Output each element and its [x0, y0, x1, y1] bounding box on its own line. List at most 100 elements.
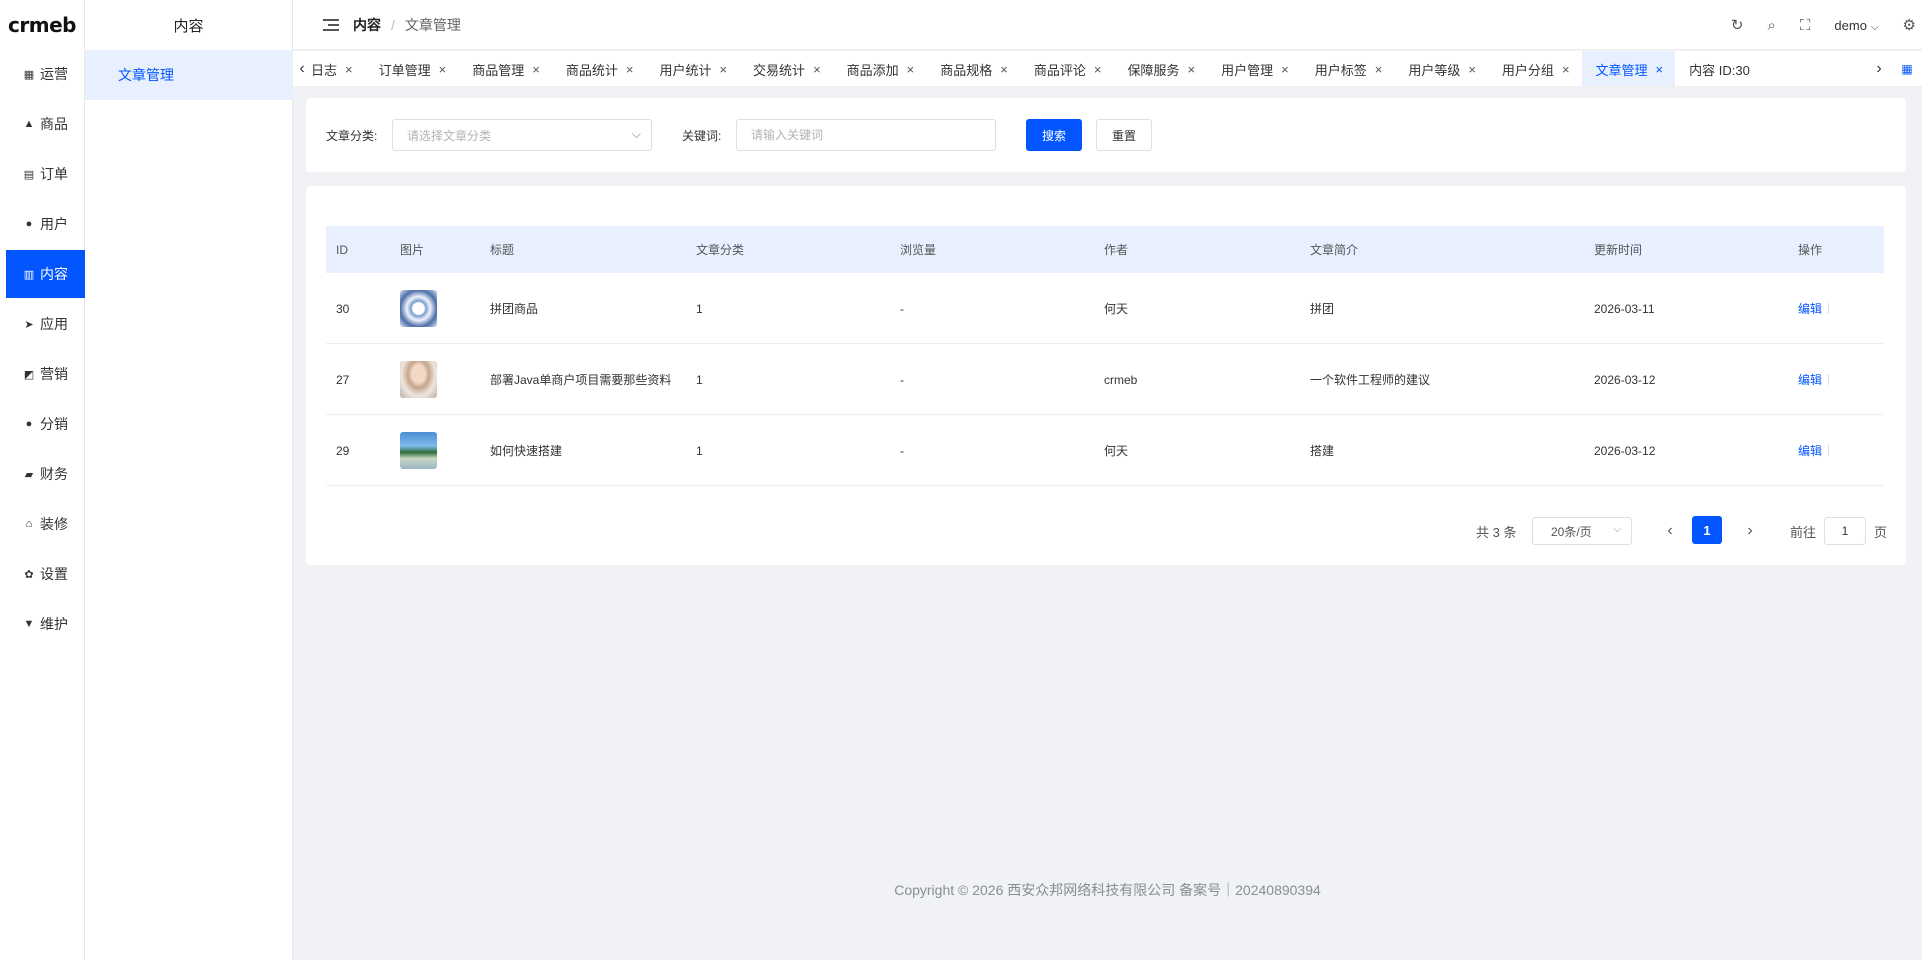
tab-13[interactable]: 用户分组 × — [1488, 51, 1582, 86]
close-icon[interactable]: × — [1562, 62, 1570, 77]
settings-gear-icon[interactable]: ⚙ — [1903, 16, 1916, 34]
breadcrumb-item-content[interactable]: 内容 — [353, 15, 381, 35]
image-cell — [400, 273, 437, 344]
refresh-icon[interactable]: ↻ — [1731, 16, 1744, 34]
article-thumbnail[interactable] — [400, 432, 437, 469]
close-icon[interactable]: × — [532, 62, 540, 77]
cell-category: 1 — [696, 301, 703, 316]
tab-label: 订单管理 — [378, 62, 431, 78]
header-actions: ↻ ⌕ ⛶ demo ⌵ ⚙ — [1731, 0, 1916, 50]
tab-9[interactable]: 保障服务 × — [1113, 51, 1207, 86]
keyword-input[interactable] — [736, 119, 996, 151]
close-icon[interactable]: × — [345, 62, 353, 77]
column-header: 更新时间 — [1594, 243, 1643, 257]
rail-item-11[interactable]: ▼ 维护 — [6, 600, 85, 648]
close-icon[interactable]: × — [1281, 62, 1289, 77]
edit-link[interactable]: 编辑 — [1798, 371, 1822, 388]
close-icon[interactable]: × — [1468, 62, 1476, 77]
pagination-goto: 前往 页 — [1790, 516, 1887, 546]
tab-8[interactable]: 商品评论 × — [1020, 51, 1114, 86]
person-icon: ● — [25, 418, 33, 430]
tab-5[interactable]: 交易统计 × — [739, 51, 833, 86]
close-icon[interactable]: × — [907, 62, 915, 77]
rail-item-4[interactable]: ▥ 内容 — [6, 250, 85, 298]
table-row[interactable]: 30 拼团商品 1 - 何天 拼团 2026-03-11 编辑 — [326, 273, 1884, 344]
close-icon[interactable]: × — [1656, 62, 1664, 77]
rail-item-9[interactable]: ⌂ 装修 — [6, 500, 85, 548]
close-icon[interactable]: × — [719, 62, 727, 77]
search-button[interactable]: 搜索 — [1026, 119, 1082, 151]
next-page-icon[interactable]: › — [1738, 516, 1762, 546]
goto-prefix: 前往 — [1790, 524, 1817, 540]
tab-0[interactable]: 日志 × — [311, 51, 365, 86]
page-number-current[interactable]: 1 — [1692, 516, 1722, 544]
close-icon[interactable]: × — [1188, 62, 1196, 77]
edit-link[interactable]: 编辑 — [1798, 300, 1822, 317]
close-icon[interactable]: × — [813, 62, 821, 77]
bag-icon: ▲ — [23, 118, 35, 130]
close-icon[interactable]: × — [1094, 62, 1102, 77]
tab-4[interactable]: 用户统计 × — [645, 51, 739, 86]
table-row[interactable]: 29 如何快速搭建 1 - 何天 搭建 2026-03-12 编辑 — [326, 415, 1884, 486]
close-icon[interactable]: × — [439, 62, 447, 77]
rail-item-10[interactable]: ✿ 设置 — [6, 550, 85, 598]
category-select[interactable]: 请选择文章分类 ⌵ — [392, 119, 652, 151]
close-icon[interactable]: × — [626, 62, 634, 77]
column-header: 作者 — [1104, 243, 1129, 257]
tab-1[interactable]: 订单管理 × — [365, 51, 459, 86]
main-nav-rail: crmeb ▦ 运营 ▲ 商品 ▤ 订单 ● 用户 ▥ 内容 ➤ 应用 ◩ 营销 ● 分销 ▰ 财务 ⌂ 装修 ✿ 设置 ▼… — [0, 0, 85, 960]
rail-item-1[interactable]: ▲ 商品 — [6, 100, 85, 148]
submenu-item-article-management[interactable]: 文章管理 — [85, 50, 293, 100]
tab-menu-grid-icon[interactable]: ▦ — [1895, 51, 1919, 86]
rail-item-8[interactable]: ▰ 财务 — [6, 450, 85, 498]
cell-title: 拼团商品 — [490, 302, 539, 316]
tab-14[interactable]: 文章管理 × — [1581, 51, 1676, 86]
cell-title: 部署Java单商户项目需要那些资料 — [490, 373, 672, 387]
tab-scroll-left-icon[interactable]: ‹ — [295, 51, 309, 86]
tab-label: 文章管理 — [1595, 62, 1648, 78]
menu-fold-icon[interactable] — [323, 18, 339, 31]
tab-2[interactable]: 商品管理 × — [458, 51, 552, 86]
tab-10[interactable]: 用户管理 × — [1207, 51, 1301, 86]
search-icon[interactable]: ⌕ — [1768, 17, 1776, 34]
rail-item-0[interactable]: ▦ 运营 — [6, 50, 85, 98]
rail-item-6[interactable]: ◩ 营销 — [6, 350, 85, 398]
rail-item-label: 应用 — [40, 316, 68, 332]
rail-item-5[interactable]: ➤ 应用 — [6, 300, 85, 348]
cell-updated: 2026-03-12 — [1594, 372, 1656, 387]
close-icon[interactable]: × — [1375, 62, 1383, 77]
crmeb-logo[interactable]: crmeb — [0, 0, 84, 50]
goto-page-input[interactable] — [1824, 517, 1867, 545]
tab-12[interactable]: 用户等级 × — [1394, 51, 1488, 86]
rail-item-3[interactable]: ● 用户 — [6, 200, 85, 248]
reset-button[interactable]: 重置 — [1096, 119, 1152, 151]
goto-suffix: 页 — [1874, 524, 1888, 540]
send-icon: ➤ — [24, 318, 34, 331]
tab-6[interactable]: 商品添加 × — [833, 51, 927, 86]
table-row[interactable]: 27 部署Java单商户项目需要那些资料 1 - crmeb 一个软件工程师的建议 2026… — [326, 344, 1884, 415]
tab-label: 用户统计 — [659, 62, 712, 78]
gear-icon: ✿ — [24, 568, 34, 581]
cell-id: 27 — [336, 372, 350, 387]
page-size-select[interactable]: 20条/页 ⌵ — [1532, 517, 1632, 545]
close-icon[interactable]: × — [1000, 62, 1008, 77]
chevron-down-icon: ⌵ — [1613, 524, 1621, 535]
tab-11[interactable]: 用户标签 × — [1301, 51, 1395, 86]
rail-item-7[interactable]: ● 分销 — [6, 400, 85, 448]
column-header: 图片 — [400, 243, 425, 257]
rail-item-2[interactable]: ▤ 订单 — [6, 150, 85, 198]
article-thumbnail[interactable] — [400, 290, 437, 327]
edit-link[interactable]: 编辑 — [1798, 442, 1822, 459]
pagination-total: 共 3 条 — [1476, 524, 1517, 540]
tab-3[interactable]: 商品统计 × — [552, 51, 646, 86]
tab-15[interactable]: 内容 ID:30 — [1675, 51, 1762, 86]
fullscreen-icon[interactable]: ⛶ — [1800, 17, 1811, 34]
tab-7[interactable]: 商品规格 × — [926, 51, 1020, 86]
top-header: 内容 / 文章管理 ↻ ⌕ ⛶ demo ⌵ ⚙ — [293, 0, 1922, 50]
user-menu[interactable]: demo ⌵ — [1834, 18, 1878, 33]
category-label: 文章分类: — [326, 128, 378, 143]
tab-scroll-right-icon[interactable]: › — [1871, 51, 1887, 86]
prev-page-icon[interactable]: ‹ — [1658, 516, 1682, 546]
rail-item-label: 商品 — [40, 116, 68, 132]
article-thumbnail[interactable] — [400, 361, 437, 398]
